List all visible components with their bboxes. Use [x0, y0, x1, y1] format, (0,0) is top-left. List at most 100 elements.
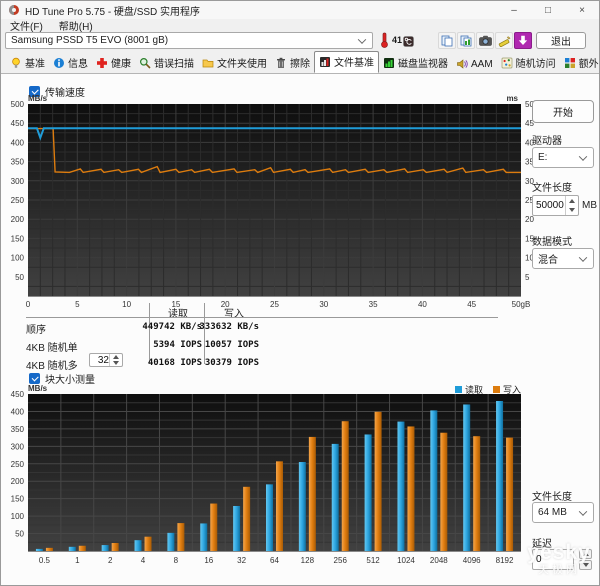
step-down-icon	[569, 208, 575, 213]
svg-text:8: 8	[174, 556, 179, 565]
stepper-arrows[interactable]	[565, 196, 578, 215]
svg-text:50: 50	[15, 273, 24, 282]
svg-text:350: 350	[11, 425, 25, 434]
tab-extra-tests[interactable]: 额外测试	[560, 53, 599, 73]
svg-text:4: 4	[141, 556, 146, 565]
watermark-line1: yesky	[527, 541, 591, 564]
svg-text:512: 512	[366, 556, 380, 565]
temperature-value: 41	[392, 35, 403, 45]
svg-text:16: 16	[204, 556, 213, 565]
svg-text:10: 10	[122, 300, 131, 309]
info-icon	[53, 57, 65, 69]
copy-text-button[interactable]	[438, 32, 456, 49]
svg-text:8192: 8192	[496, 556, 514, 565]
drive-select[interactable]: E:	[532, 147, 594, 168]
svg-text:20: 20	[525, 215, 534, 224]
svg-text:50gB: 50gB	[512, 300, 531, 309]
notes-button[interactable]	[495, 32, 513, 49]
svg-text:300: 300	[11, 177, 25, 186]
queue-depth-input[interactable]	[93, 354, 109, 366]
svg-text:450: 450	[11, 390, 25, 399]
svg-text:50: 50	[15, 530, 24, 539]
svg-text:150: 150	[11, 495, 25, 504]
row-label-4kb-multi: 4KB 随机多	[26, 361, 78, 372]
file-length-label: 文件长度	[532, 183, 572, 194]
tab-erase[interactable]: 擦除	[271, 53, 314, 73]
watermark: yesky 天极网	[517, 541, 599, 576]
chevron-down-icon	[578, 252, 588, 262]
speaker-icon	[456, 58, 468, 70]
svg-text:25: 25	[270, 300, 279, 309]
pencil-icon	[498, 35, 511, 47]
svg-text:1: 1	[75, 556, 80, 565]
svg-text:100: 100	[11, 512, 25, 521]
svg-text:0: 0	[26, 300, 31, 309]
4kb-single-write-value: 10057 IOPS	[204, 340, 259, 350]
queue-depth-stepper[interactable]	[89, 353, 123, 367]
block-size-chart: 0.5 1 2 4 8 16 32 64 128 256 512 1024 2048 4096 8192 MB…	[11, 384, 521, 565]
svg-text:4096: 4096	[463, 556, 481, 565]
svg-text:350: 350	[11, 158, 25, 167]
data-mode-label: 数据模式	[532, 237, 572, 248]
stepper-arrows[interactable]	[109, 354, 122, 366]
app-icon	[8, 4, 20, 16]
table-divider-1	[149, 303, 150, 364]
tab-disk-monitor[interactable]: 磁盘监视器	[379, 53, 452, 73]
close-button[interactable]: ×	[565, 1, 599, 19]
svg-text:40: 40	[418, 300, 427, 309]
tab-random-access[interactable]: 随机访问	[497, 53, 560, 73]
maximize-button[interactable]: □	[531, 1, 565, 19]
tab-error-scan[interactable]: 错误扫描	[135, 53, 198, 73]
svg-text:128: 128	[301, 556, 315, 565]
sequential-read-value: 449742 KB/s	[142, 322, 202, 332]
trash-icon	[275, 57, 287, 69]
copy-image-button[interactable]	[457, 32, 475, 49]
svg-text:100: 100	[11, 254, 25, 263]
svg-text:250: 250	[11, 196, 25, 205]
svg-text:1024: 1024	[397, 556, 415, 565]
benchmark-icon	[10, 57, 22, 69]
4kb-single-read-value: 5394 IOPS	[153, 340, 202, 350]
drive-label: 驱动器	[532, 136, 562, 147]
svg-text:300: 300	[11, 442, 25, 451]
folder-icon	[202, 57, 214, 69]
exit-button[interactable]: 退出	[536, 32, 586, 49]
file-length-input[interactable]	[536, 196, 565, 215]
file-length-unit: MB	[582, 200, 597, 211]
device-select[interactable]: Samsung PSSD T5 EVO (8001 gB)	[5, 32, 373, 49]
screenshot-button[interactable]	[476, 32, 494, 49]
disk-monitor-icon	[383, 57, 395, 69]
minimize-button[interactable]: –	[497, 1, 531, 19]
transfer-speed-chart: MB/s ms5010015020025030035040045050051015…	[11, 94, 535, 309]
svg-text:2: 2	[108, 556, 113, 565]
menu-help[interactable]: 帮助(H)	[59, 18, 93, 33]
start-button[interactable]: 开始	[532, 100, 594, 123]
svg-text:200: 200	[11, 477, 25, 486]
tab-aam[interactable]: AAM	[452, 56, 497, 73]
health-cross-icon	[96, 57, 108, 69]
svg-text:5: 5	[525, 273, 530, 282]
file-length-select-2[interactable]: 64 MB	[532, 502, 594, 523]
tab-info[interactable]: 信息	[49, 53, 92, 73]
svg-text:35: 35	[369, 300, 378, 309]
table-header-divider	[26, 317, 498, 318]
camera-icon	[478, 35, 492, 46]
tab-file-benchmark[interactable]: 文件基准	[314, 51, 379, 73]
tab-folder-usage[interactable]: 文件夹使用	[198, 53, 271, 73]
menu-file[interactable]: 文件(F)	[10, 18, 43, 33]
celsius-badge-icon	[403, 34, 414, 52]
svg-text:450: 450	[11, 119, 25, 128]
chevron-down-icon	[578, 151, 588, 161]
file-length-stepper[interactable]	[532, 195, 579, 216]
save-results-button[interactable]	[514, 32, 532, 49]
svg-text:200: 200	[11, 215, 25, 224]
svg-text:45: 45	[467, 300, 476, 309]
random-access-icon	[501, 57, 513, 69]
sequential-write-value: 333632 KB/s	[199, 322, 259, 332]
watermark-line2: 天极网	[538, 564, 580, 576]
data-mode-select[interactable]: 混合	[532, 248, 594, 269]
copy-image-icon	[460, 35, 472, 46]
tab-health[interactable]: 健康	[92, 53, 135, 73]
4kb-multi-read-value: 40168 IOPS	[147, 358, 202, 368]
tab-benchmark[interactable]: 基准	[6, 53, 49, 73]
